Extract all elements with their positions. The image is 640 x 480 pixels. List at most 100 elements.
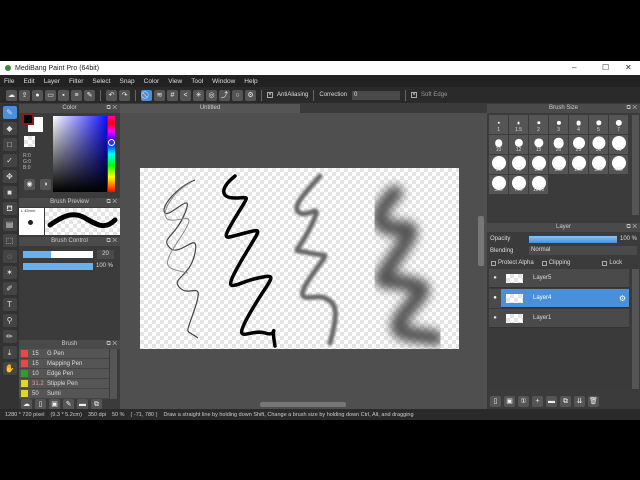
brush-size-option[interactable]: 1 xyxy=(489,115,508,134)
protect-alpha-checkbox[interactable] xyxy=(491,260,496,266)
brush-size-option[interactable]: 500 xyxy=(489,175,508,194)
shape-tool-icon[interactable]: □ xyxy=(2,138,17,151)
perspective-snap-icon[interactable]: < xyxy=(180,89,191,101)
antialiasing-checkbox[interactable]: × xyxy=(267,92,273,98)
brush-list-scrollbar[interactable] xyxy=(110,349,117,399)
layer-row-layer4[interactable]: ● Layer4 ⚙ xyxy=(489,288,629,308)
drawing-canvas[interactable] xyxy=(140,168,459,349)
close-button[interactable]: ✕ xyxy=(625,63,632,72)
brush-opacity-slider[interactable] xyxy=(23,263,93,270)
gradient-tool-icon[interactable]: ▤ xyxy=(2,218,17,231)
brush-size-option[interactable]: 40 xyxy=(609,135,628,154)
layer-settings-icon[interactable]: ⚙ xyxy=(619,294,626,303)
brush-size-option[interactable]: 3 xyxy=(549,115,568,134)
menu-help[interactable]: Help xyxy=(244,78,257,85)
brush-size-option[interactable]: 4 xyxy=(569,115,588,134)
brush-size-option[interactable]: 70 xyxy=(509,155,528,174)
brush-size-scrollbar[interactable] xyxy=(632,115,639,215)
list-icon[interactable]: ≡ xyxy=(71,89,82,101)
save-icon[interactable]: ▪ xyxy=(58,89,69,101)
layer-opacity-slider[interactable] xyxy=(529,236,617,243)
brush-size-option[interactable]: 2 xyxy=(529,115,548,134)
magic-wand-icon[interactable]: ✶ xyxy=(2,266,17,279)
brush-size-option[interactable]: 30 xyxy=(589,135,608,154)
brush-size-option[interactable]: 1.5 xyxy=(509,115,528,134)
menu-filter[interactable]: Filter xyxy=(69,78,83,85)
brush-size-option[interactable]: 100 xyxy=(529,155,548,174)
circle-snap-icon[interactable]: ○ xyxy=(232,89,243,101)
minimize-button[interactable]: – xyxy=(572,63,576,72)
parallel-snap-icon[interactable]: ≋ xyxy=(154,89,165,101)
cloud-icon[interactable]: ☁ xyxy=(6,89,17,101)
brush-size-option[interactable]: 5 xyxy=(589,115,608,134)
fill-rect-icon[interactable]: ■ xyxy=(2,186,17,199)
curve-snap-icon[interactable]: ⤴ xyxy=(219,89,230,101)
menu-edit[interactable]: Edit xyxy=(23,78,34,85)
delete-layer-icon[interactable]: 🗑 xyxy=(588,396,599,407)
text-tool-icon[interactable]: T xyxy=(2,298,17,311)
brush-item-stipple-pen[interactable]: 31.2 Stipple Pen xyxy=(19,379,109,389)
concentric-snap-icon[interactable]: ◎ xyxy=(206,89,217,101)
comment-icon[interactable]: ● xyxy=(32,89,43,101)
brush-size-value[interactable]: 20 xyxy=(97,250,114,259)
grid-snap-icon[interactable]: # xyxy=(167,89,178,101)
display-icon[interactable]: ▭ xyxy=(45,89,56,101)
add-layer-menu-icon[interactable]: + xyxy=(532,396,543,407)
soft-edge-checkbox[interactable]: × xyxy=(411,92,418,98)
brush-size-option[interactable]: 10 xyxy=(489,135,508,154)
maximize-button[interactable]: ☐ xyxy=(602,63,609,72)
hand-tool-icon[interactable]: ✋ xyxy=(2,362,17,375)
brush-size-slider[interactable] xyxy=(23,251,93,258)
brush-size-option[interactable]: 400 xyxy=(609,155,628,174)
horizontal-scrollbar[interactable] xyxy=(260,402,346,407)
brush-item-g-pen[interactable]: 15 G Pen xyxy=(19,349,109,359)
new-layer-icon[interactable]: ▯ xyxy=(490,396,501,407)
new-halftone-layer-icon[interactable]: ▣ xyxy=(504,396,515,407)
duplicate-layer-icon[interactable]: ⧉ xyxy=(560,396,571,407)
brush-size-option[interactable]: 200 xyxy=(569,155,588,174)
menu-layer[interactable]: Layer xyxy=(44,78,60,85)
upload-icon[interactable]: ⇪ xyxy=(19,89,30,101)
menu-view[interactable]: View xyxy=(168,78,182,85)
brush-item-mapping-pen[interactable]: 15 Mapping Pen xyxy=(19,359,109,369)
brush-size-option[interactable]: 7 xyxy=(609,115,628,134)
brush-size-option[interactable]: 150 xyxy=(549,155,568,174)
blending-select[interactable]: Normal xyxy=(529,246,637,255)
brush-size-option[interactable]: 25 xyxy=(569,135,588,154)
lock-checkbox[interactable] xyxy=(602,260,608,266)
layer-folder-icon[interactable]: ▬ xyxy=(546,396,557,407)
eyedropper-icon[interactable]: ⤓ xyxy=(2,346,17,359)
snap-settings-icon[interactable]: ⚙ xyxy=(245,89,256,101)
rect-select-icon[interactable]: ⬚ xyxy=(2,234,17,247)
correction-select[interactable]: 0 xyxy=(352,90,401,100)
foreground-color-swatch[interactable] xyxy=(22,113,34,125)
layer-row-layer1[interactable]: ● Layer1 xyxy=(489,309,629,328)
pen-tool-icon[interactable]: ✏ xyxy=(2,330,17,343)
vertical-scrollbar[interactable] xyxy=(478,216,484,266)
menu-select[interactable]: Select xyxy=(92,78,110,85)
snap-off-icon[interactable]: ⃠ xyxy=(141,89,152,101)
clipping-checkbox[interactable] xyxy=(541,260,547,266)
menu-snap[interactable]: Snap xyxy=(119,78,134,85)
brush-tool-icon[interactable]: ✎ xyxy=(2,106,17,119)
brush-item-edge-pen[interactable]: 10 Edge Pen xyxy=(19,369,109,379)
menu-color[interactable]: Color xyxy=(144,78,160,85)
saturation-value-picker[interactable] xyxy=(53,116,107,192)
brush-size-option[interactable]: 700 xyxy=(509,175,528,194)
layer-list-scrollbar[interactable] xyxy=(632,269,639,389)
transparent-swatch[interactable] xyxy=(24,136,35,147)
color-history-icon[interactable]: ◑ xyxy=(40,179,51,190)
layer-row-layer5[interactable]: ● Layer5 xyxy=(489,269,629,288)
lasso-select-icon[interactable]: ◌ xyxy=(2,250,17,263)
merge-layer-icon[interactable]: ⇊ xyxy=(574,396,585,407)
new-1bit-layer-icon[interactable]: ① xyxy=(518,396,529,407)
select-check-icon[interactable]: ✓ xyxy=(2,154,17,167)
brush-size-option[interactable]: 12 xyxy=(509,135,528,154)
eraser-tool-icon[interactable]: ◆ xyxy=(2,122,17,135)
bucket-tool-icon[interactable]: ⛾ xyxy=(2,202,17,215)
edit-icon[interactable]: ✎ xyxy=(84,89,95,101)
undo-icon[interactable]: ↶ xyxy=(106,89,117,101)
brush-size-option[interactable]: 300 xyxy=(589,155,608,174)
zoom-tool-icon[interactable]: ⚲ xyxy=(2,314,17,327)
radial-snap-icon[interactable]: ✳ xyxy=(193,89,204,101)
